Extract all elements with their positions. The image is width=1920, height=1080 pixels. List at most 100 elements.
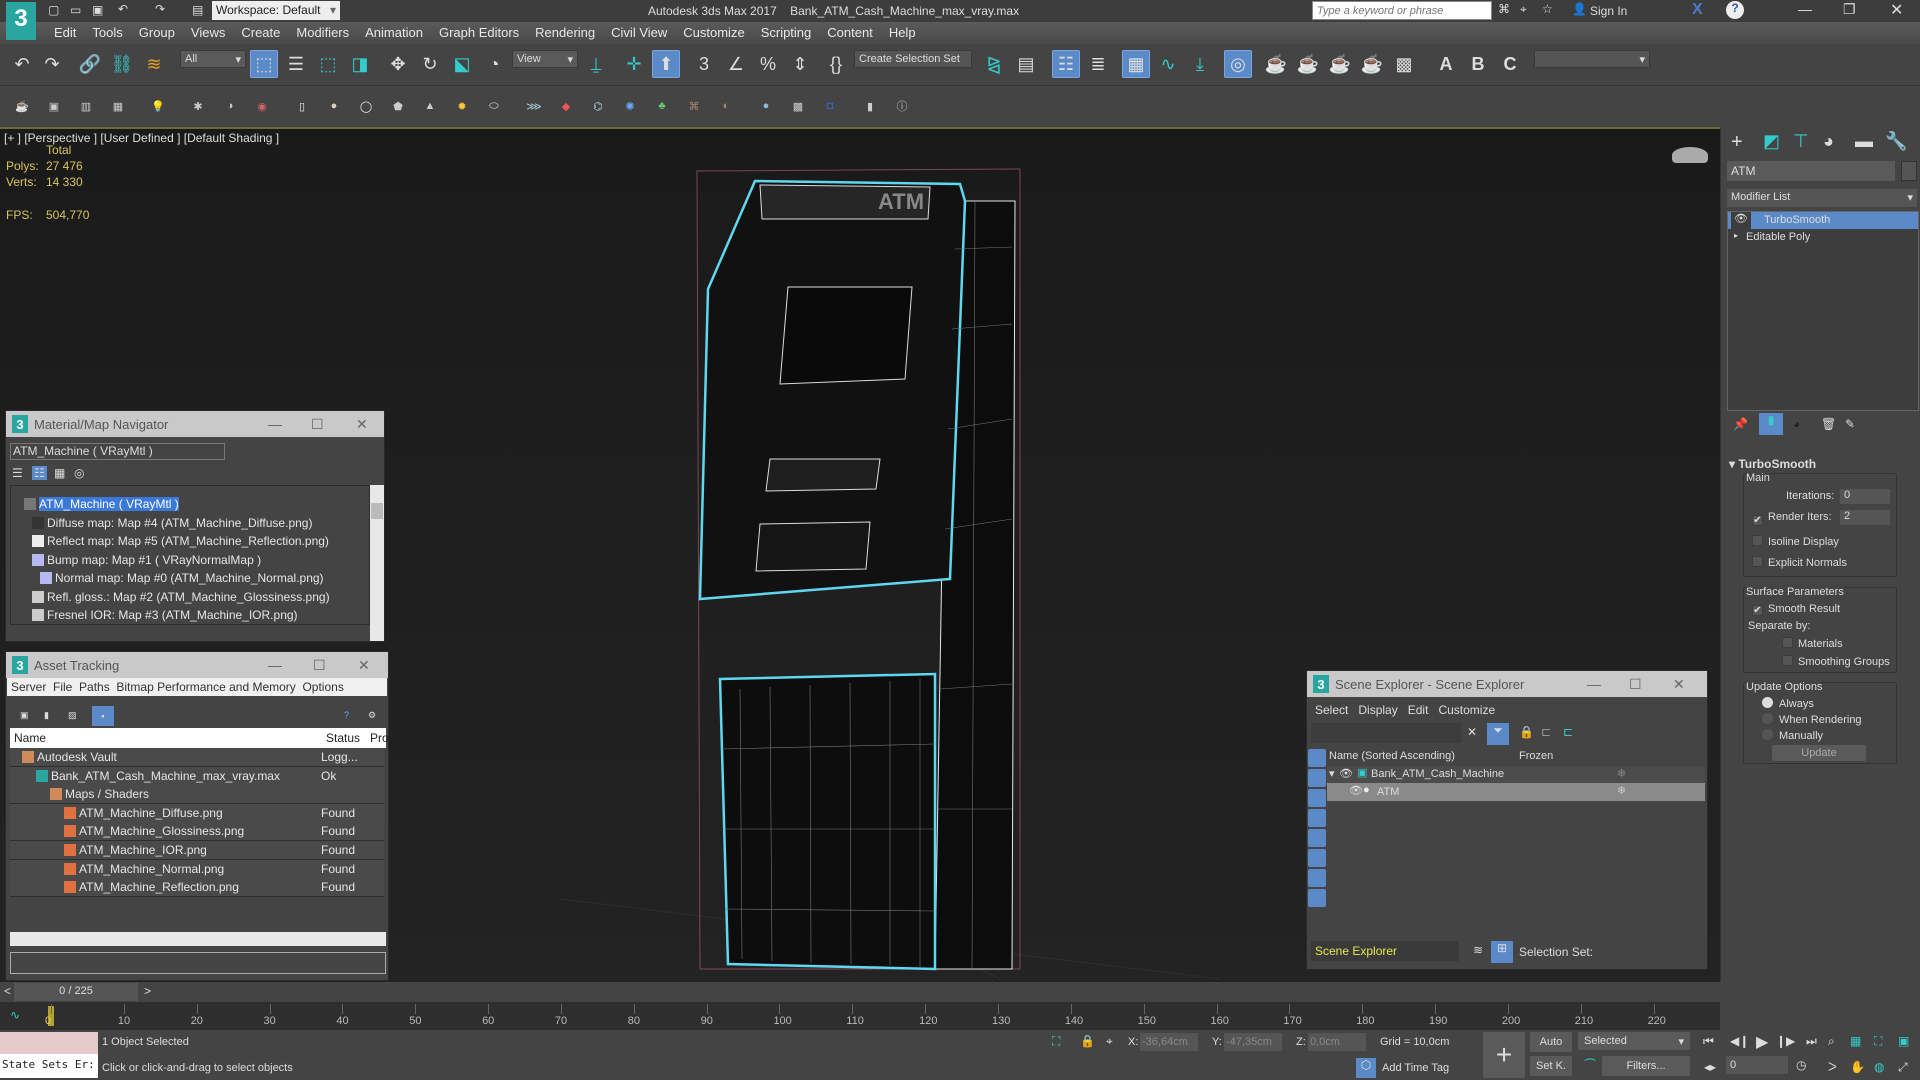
user-icon[interactable]: 👤 — [1572, 2, 1587, 16]
explicit-normals-checkbox[interactable]: Explicit Normals — [1752, 556, 1847, 569]
minimize-button[interactable]: — — [1798, 1, 1812, 17]
vray-sphere-icon[interactable]: ● — [326, 98, 342, 114]
rendered-frame-window-icon[interactable]: ☕ — [1294, 50, 1322, 78]
rotate-icon[interactable]: ↻ — [416, 50, 444, 78]
view-list-icon[interactable]: ☰ — [12, 466, 23, 480]
menu-file[interactable]: File — [53, 680, 72, 694]
scene-explorer-titlebar[interactable]: 3 Scene Explorer - Scene Explorer — ☐ ✕ — [1307, 671, 1707, 697]
pan-icon[interactable]: ✋ — [1850, 1060, 1865, 1074]
vray-camera-icon[interactable]: ◉ — [254, 98, 270, 114]
vray-plane-icon[interactable]: ▯ — [294, 98, 310, 114]
close-button[interactable]: ✕ — [358, 657, 370, 674]
display-lights-icon[interactable] — [1308, 809, 1326, 827]
smoothing-groups-checkbox[interactable]: Smoothing Groups — [1782, 655, 1890, 668]
asset-row[interactable]: ATM_Machine_Reflection.png Found — [10, 878, 384, 898]
scene-row[interactable]: ▾ 👁 ▣ Bank_ATM_Cash_Machine ❄ — [1327, 766, 1705, 783]
search-input[interactable] — [1312, 1, 1492, 20]
placement-icon[interactable]: ◔ — [480, 50, 508, 78]
y-coordinate-field[interactable]: -47,35cm — [1224, 1033, 1282, 1051]
expand-arrow-icon[interactable]: ▸ — [1734, 231, 1738, 240]
rect-selection-icon[interactable]: ⬚ — [314, 50, 342, 78]
vray-proxy-icon[interactable]: ◆ — [558, 98, 574, 114]
menu-bitmap-performance[interactable]: Bitmap Performance and Memory — [116, 680, 295, 694]
isoline-checkbox[interactable]: Isoline Display — [1752, 535, 1839, 548]
display-helpers-icon[interactable] — [1308, 849, 1326, 867]
menu-options[interactable]: Options — [302, 680, 343, 694]
play-icon[interactable]: ▶ — [1756, 1032, 1768, 1052]
substance-a-icon[interactable]: A — [1432, 50, 1460, 78]
vray-displacement-icon[interactable]: ⌬ — [590, 98, 606, 114]
vray-mesh-light-icon[interactable]: ⬟ — [390, 98, 406, 114]
go-to-start-icon[interactable]: ⏮ — [1703, 1034, 1714, 1049]
maximize-viewport-icon[interactable]: ⤢ — [1898, 1060, 1908, 1075]
vray-render-icon[interactable]: ◘ — [822, 98, 838, 114]
spinner-snap-icon[interactable]: ⇕ — [786, 50, 814, 78]
material-root-item[interactable]: ATM_Machine ( VRayMtl ) — [24, 497, 179, 515]
time-slider[interactable]: < 0 / 225 > — [0, 982, 1720, 1002]
hierarchy-tab-icon[interactable]: ⊤ — [1793, 131, 1809, 152]
keyboard-shortcut-override-icon[interactable]: ⬆ — [652, 50, 680, 78]
menu-display[interactable]: Display — [1358, 703, 1397, 717]
map-item[interactable]: Diffuse map: Map #4 (ATM_Machine_Diffuse… — [32, 516, 312, 534]
menu-paths[interactable]: Paths — [79, 680, 110, 694]
iterations-spinner[interactable]: 0 — [1840, 489, 1890, 504]
asset-row[interactable]: ATM_Machine_IOR.png Found — [10, 841, 384, 860]
fov-icon[interactable]: ᐳ — [1828, 1060, 1837, 1074]
menu-graph-editors[interactable]: Graph Editors — [431, 22, 527, 43]
render-cloud-icon[interactable]: ☕ — [1358, 50, 1386, 78]
expand-arrow-icon[interactable]: ▾ — [1329, 767, 1335, 780]
when-rendering-radio[interactable]: When Rendering — [1762, 713, 1862, 726]
col-frozen[interactable]: Frozen — [1519, 750, 1553, 762]
col-proxy[interactable]: Pro: — [370, 731, 392, 745]
display-groups-icon[interactable] — [1308, 889, 1326, 907]
schematic-view-icon[interactable]: ⤓ — [1186, 50, 1214, 78]
project-icon[interactable]: ▤ — [192, 3, 203, 17]
menu-server[interactable]: Server — [11, 680, 46, 694]
link-icon[interactable]: 🔗 — [76, 50, 104, 78]
vray-ies-icon[interactable]: ◑ — [222, 98, 238, 114]
display-spacewarps-icon[interactable] — [1308, 869, 1326, 887]
isolate-selection-icon[interactable]: ⛶ — [1052, 1034, 1060, 1049]
menu-edit[interactable]: Edit — [1408, 703, 1429, 717]
smooth-result-checkbox[interactable]: ✔ Smooth Result — [1752, 603, 1840, 616]
scene-row-selected[interactable]: 👁 ● ATM ❄ — [1327, 783, 1705, 801]
menu-views[interactable]: Views — [183, 22, 233, 43]
tangent-icon[interactable]: ⏜ — [1584, 1058, 1596, 1073]
next-key-icon[interactable]: ❙▶ — [1776, 1034, 1795, 1048]
window-crossing-icon[interactable]: ◨ — [346, 50, 374, 78]
select-object-icon[interactable]: ⬚ — [250, 50, 278, 78]
asset-row[interactable]: Maps / Shaders — [10, 785, 384, 805]
absolute-mode-icon[interactable]: ⌖ — [1106, 1034, 1113, 1049]
manually-radio[interactable]: Manually — [1762, 729, 1823, 742]
help-icon[interactable]: ? — [1726, 1, 1744, 19]
map-item[interactable]: Reflect map: Map #5 (ATM_Machine_Reflect… — [32, 534, 329, 552]
new-file-icon[interactable]: ▢ — [48, 3, 59, 17]
display-tab-icon[interactable]: ▬ — [1855, 131, 1873, 152]
vray-material-icon[interactable]: ▩ — [790, 98, 806, 114]
visibility-eye-icon[interactable]: 👁 — [1349, 784, 1363, 797]
light-lister-icon[interactable]: 💡 — [150, 98, 166, 114]
display-geometry-icon[interactable] — [1308, 769, 1326, 787]
asset-tracking-titlebar[interactable]: 3 Asset Tracking — ☐ ✕ — [6, 652, 388, 678]
create-selection-set-dropdown[interactable]: Create Selection Set — [854, 50, 972, 68]
minimize-button[interactable]: — — [268, 416, 282, 432]
render-frame-grid-icon[interactable]: ▩ — [1390, 50, 1418, 78]
manipulate-icon[interactable]: ✛ — [620, 50, 648, 78]
display-cameras-icon[interactable] — [1308, 829, 1326, 847]
zoom-extents-all-icon[interactable]: ▣ — [1898, 1034, 1909, 1048]
menu-edit[interactable]: Edit — [46, 22, 84, 43]
display-none-icon[interactable] — [1308, 749, 1326, 767]
rollout-header[interactable]: ▾ TurboSmooth — [1729, 457, 1816, 471]
asset-row[interactable]: ATM_Machine_Normal.png Found — [10, 859, 384, 879]
panel-2-icon[interactable]: ▦ — [110, 98, 126, 114]
close-button[interactable]: ✕ — [1673, 676, 1685, 693]
view-list-icons-icon[interactable]: ☷ — [32, 466, 47, 480]
time-slider-thumb[interactable]: 0 / 225 — [14, 983, 138, 1001]
prev-frame-button[interactable]: < — [4, 984, 11, 998]
asset-row[interactable]: Autodesk Vault Logg... — [10, 748, 384, 767]
col-name[interactable]: Name — [14, 731, 46, 745]
toolbar-dropdown[interactable]: ▾ — [1534, 50, 1650, 68]
unlink-icon[interactable]: ⛓ — [108, 50, 136, 78]
menu-tools[interactable]: Tools — [84, 22, 130, 43]
hierarchy-expand-icon[interactable]: ⊏ — [1563, 725, 1573, 739]
